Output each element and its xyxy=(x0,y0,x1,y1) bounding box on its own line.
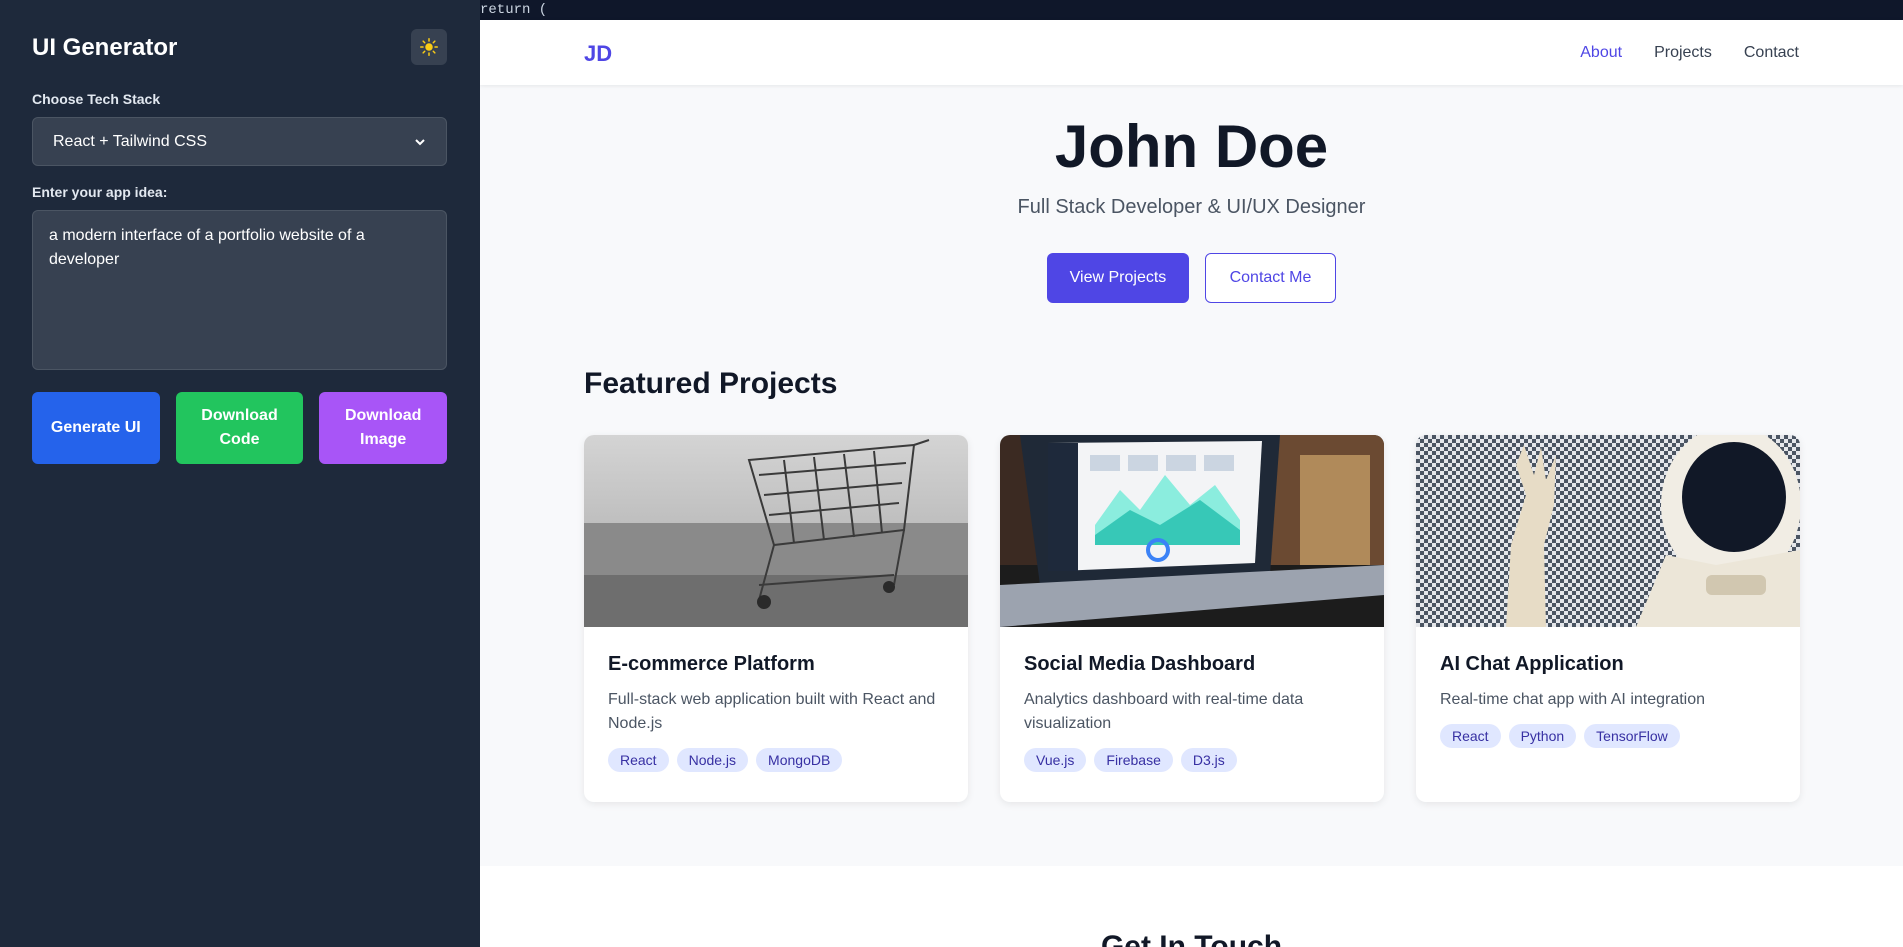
hero-buttons: View Projects Contact Me xyxy=(480,253,1903,303)
tech-tag: MongoDB xyxy=(756,748,843,772)
project-description: Real-time chat app with AI integration xyxy=(1440,691,1706,708)
tech-stack-value: React + Tailwind CSS xyxy=(53,132,207,150)
laptop-dashboard-image xyxy=(1000,435,1384,627)
project-title: Social Media Dashboard xyxy=(1024,653,1256,675)
tech-tag: Vue.js xyxy=(1024,748,1087,772)
nav-link-about[interactable]: About xyxy=(1580,44,1622,62)
tech-tag: React xyxy=(608,748,669,772)
project-cards: E-commerce Platform Full-stack web appli… xyxy=(584,435,1800,802)
tech-tag: D3.js xyxy=(1180,748,1237,772)
view-projects-button[interactable]: View Projects xyxy=(1047,253,1189,303)
nav-link-contact[interactable]: Contact xyxy=(1744,44,1799,62)
preview-pane: return ( JD About Projects Contact John … xyxy=(480,0,1903,947)
generate-ui-button[interactable]: Generate UI xyxy=(32,392,160,464)
tech-tag: Python xyxy=(1508,724,1577,748)
chevron-down-icon xyxy=(415,138,425,145)
sidebar-actions: Generate UI Download Code Download Image xyxy=(32,392,448,464)
code-snippet: return ( xyxy=(480,0,1903,20)
tech-stack-label: Choose Tech Stack xyxy=(32,91,161,107)
hero-subtitle: Full Stack Developer & UI/UX Designer xyxy=(1017,196,1366,218)
download-code-button[interactable]: Download Code xyxy=(175,392,304,464)
robot-image xyxy=(1416,435,1800,627)
nav-link-projects[interactable]: Projects xyxy=(1654,44,1712,62)
project-title: AI Chat Application xyxy=(1440,653,1624,675)
theme-toggle-button[interactable] xyxy=(411,29,447,65)
app-idea-label: Enter your app idea: xyxy=(32,184,168,200)
brand-logo[interactable]: JD xyxy=(584,41,612,67)
download-image-button[interactable]: Download Image xyxy=(319,392,448,464)
project-card[interactable]: E-commerce Platform Full-stack web appli… xyxy=(584,435,968,802)
tech-stack-select[interactable]: React + Tailwind CSS xyxy=(32,117,447,166)
sun-icon xyxy=(420,38,438,56)
app-idea-textarea[interactable]: a modern interface of a portfolio websit… xyxy=(32,210,447,370)
contact-title: Get In Touch xyxy=(1100,930,1283,947)
sidebar-title: UI Generator xyxy=(32,34,178,61)
shopping-cart-image xyxy=(584,435,968,627)
project-card[interactable]: AI Chat Application Real-time chat app w… xyxy=(1416,435,1800,802)
project-description: Analytics dashboard with real-time data … xyxy=(1024,691,1304,732)
tech-tag: Firebase xyxy=(1094,748,1173,772)
project-description: Full-stack web application built with Re… xyxy=(608,691,936,732)
hero-name: John Doe xyxy=(1054,113,1329,180)
contact-me-button[interactable]: Contact Me xyxy=(1205,253,1336,303)
sidebar: UI Generator Choose Tech Stack React + T… xyxy=(0,0,480,947)
tech-tag: React xyxy=(1440,724,1501,748)
tech-tag: Node.js xyxy=(676,748,749,772)
projects-section-title: Featured Projects xyxy=(584,367,838,400)
navbar: JD About Projects Contact xyxy=(480,20,1903,85)
project-title: E-commerce Platform xyxy=(608,653,815,675)
tech-tag: TensorFlow xyxy=(1584,724,1680,748)
project-card[interactable]: Social Media Dashboard Analytics dashboa… xyxy=(1000,435,1384,802)
nav-links: About Projects Contact xyxy=(1580,44,1799,62)
